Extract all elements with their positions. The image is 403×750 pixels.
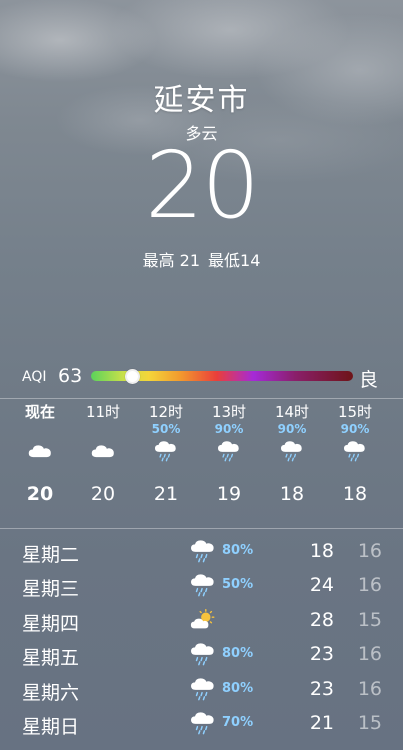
- hour-temp: 18: [279, 483, 305, 505]
- hour-temp: 21: [153, 483, 179, 505]
- hourly-forecast[interactable]: 现在 20 11时 20 12时 50% 21 13时 90% 19 14时 90% 18 15时 90% 1…: [0, 402, 403, 522]
- hour-label: 14时: [274, 403, 310, 421]
- cloud-icon: [10, 436, 70, 466]
- high-temp: 24: [309, 574, 334, 597]
- precip-chance: 80%: [222, 646, 254, 662]
- hour-label: 13时: [211, 403, 247, 421]
- low-temp: 15: [357, 608, 382, 631]
- daily-row: 星期六 80% 23 16: [0, 672, 403, 706]
- rain-icon: [325, 436, 385, 466]
- hour-label: 15时: [337, 403, 373, 421]
- high-temp: 23: [309, 677, 334, 700]
- precip-chance: 90%: [214, 422, 244, 436]
- low-temp: 16: [357, 677, 382, 700]
- high-temp: 最高 21: [142, 251, 201, 270]
- hour-label: 现在: [24, 403, 55, 421]
- precip-chance: 50%: [151, 422, 181, 436]
- cloud-icon: [73, 436, 133, 466]
- rain-icon: [199, 436, 259, 466]
- low-temp: 16: [357, 574, 382, 597]
- aqi-value: 63: [58, 365, 83, 387]
- precip-chance: [73, 422, 133, 436]
- day-name: 星期三: [22, 578, 80, 601]
- rain-icon: [188, 538, 218, 564]
- rain-icon: [188, 572, 218, 598]
- hourly-item: 15时 90% 18: [325, 402, 385, 506]
- day-name: 星期六: [22, 681, 80, 704]
- daily-row: 星期四 28 15: [0, 603, 403, 637]
- hour-temp: 20: [90, 483, 116, 505]
- partly-sunny-icon: [188, 607, 218, 633]
- aqi-indicator: [125, 369, 141, 384]
- day-name: 星期五: [22, 647, 80, 670]
- hourly-item: 12时 50% 21: [136, 402, 196, 506]
- precip-chance: 1: [388, 422, 403, 436]
- high-low: 最高 21 最低14: [0, 247, 403, 271]
- rain-icon: [188, 710, 218, 736]
- aqi-row[interactable]: AQI 63 良: [22, 365, 382, 391]
- precip-chance: 80%: [222, 680, 254, 696]
- city-name: 延安市: [153, 83, 250, 118]
- hour-temp: 19: [216, 483, 242, 505]
- high-temp: 28: [309, 608, 334, 631]
- precip-chance: [10, 422, 70, 436]
- low-temp: 16: [357, 643, 382, 666]
- precip-chance: 50%: [222, 577, 254, 593]
- day-name: 星期日: [22, 716, 80, 738]
- daily-row: 星期日 70% 21 15: [0, 706, 403, 740]
- rain-icon: [188, 641, 218, 667]
- hour-temp: 20: [26, 483, 54, 505]
- low-temp: 15: [357, 712, 382, 734]
- rain-icon: [262, 436, 322, 466]
- current-temperature: 20: [144, 132, 260, 239]
- hour-temp: 18: [342, 483, 368, 505]
- hour-temp: [388, 482, 403, 506]
- hourly-item: 14时 90% 18: [262, 402, 322, 506]
- hourly-item: 11时 20: [73, 402, 133, 506]
- hour-label: 1: [388, 402, 403, 422]
- precip-chance: 70%: [222, 715, 254, 730]
- high-temp: 21: [309, 712, 334, 734]
- daily-row: 星期二 80% 18 16: [0, 534, 403, 568]
- divider: [0, 398, 403, 399]
- hour-label: 12时: [148, 403, 184, 421]
- hourly-item: 13时 90% 19: [199, 402, 259, 506]
- divider: [0, 528, 403, 529]
- rain-icon: [136, 436, 196, 466]
- day-name: 星期四: [22, 612, 80, 635]
- aqi-label: AQI: [22, 369, 47, 385]
- precip-chance: 80%: [222, 543, 254, 558]
- low-temp: 最低14: [208, 251, 261, 270]
- aqi-scale-bar: [91, 369, 353, 384]
- aqi-level: 良: [359, 369, 379, 391]
- high-temp: 23: [309, 643, 334, 666]
- rain-icon: [388, 436, 403, 466]
- low-temp: 16: [357, 540, 382, 562]
- day-name: 星期二: [22, 544, 80, 566]
- rain-icon: [188, 676, 218, 702]
- hour-label: 11时: [85, 403, 121, 421]
- daily-row: 星期五 80% 23 16: [0, 637, 403, 671]
- hourly-item: 现在 20: [10, 402, 70, 506]
- precip-chance: 90%: [340, 422, 370, 436]
- daily-row: 星期三 50% 24 16: [0, 568, 403, 602]
- hourly-item: 11: [388, 402, 403, 506]
- precip-chance: 90%: [277, 422, 307, 436]
- high-temp: 18: [309, 540, 334, 562]
